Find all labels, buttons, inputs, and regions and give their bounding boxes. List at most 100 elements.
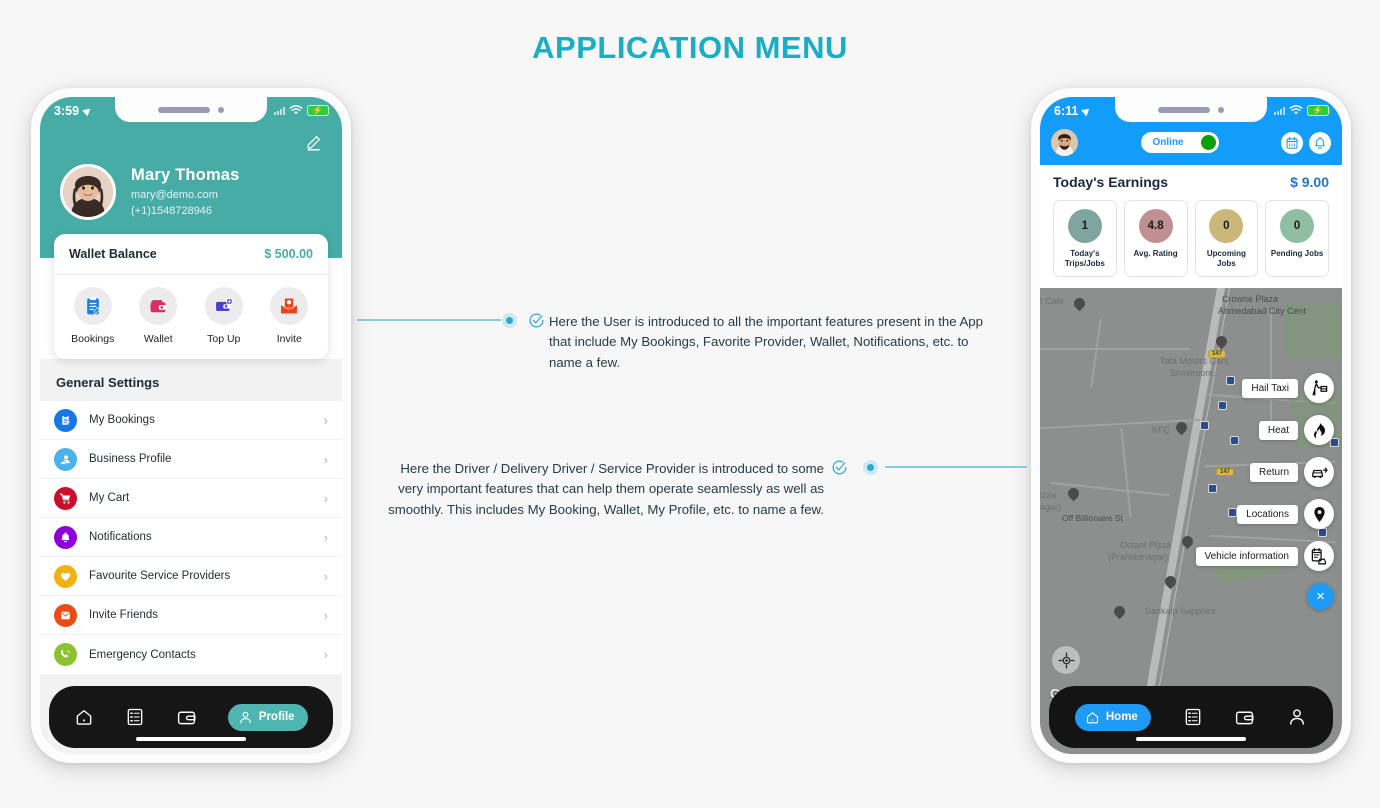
my-location-icon[interactable]: [1052, 646, 1080, 674]
stat-card-todays-trips[interactable]: 1 Today's Trips/Jobs: [1053, 200, 1117, 277]
map-action-locations[interactable]: Locations: [1196, 499, 1334, 529]
edit-profile-row: [40, 124, 342, 158]
wifi-icon: [289, 105, 303, 115]
online-status-toggle[interactable]: Online: [1140, 132, 1219, 153]
bottom-nav-item-home[interactable]: Home: [1074, 703, 1151, 731]
sidebar-item-label: Notifications: [89, 531, 152, 543]
user-identity: Mary Thomas mary@demo.com (+1)1548728946: [131, 166, 240, 219]
section-title-general-settings: General Settings: [56, 375, 160, 390]
location-arrow-icon: [1081, 105, 1093, 116]
wallet-balance-label: Wallet Balance: [69, 247, 157, 261]
online-status-label: Online: [1152, 137, 1184, 148]
sidebar-item-label: Favourite Service Providers: [89, 570, 231, 582]
chevron-right-icon: ›: [323, 490, 328, 506]
check-circle-icon: [832, 460, 847, 475]
map-road: [1120, 428, 1132, 518]
quick-action-bookings[interactable]: Bookings: [60, 287, 126, 345]
map-pin-icon: [1111, 603, 1128, 620]
annotation-text: Here the User is introduced to all the i…: [549, 314, 983, 370]
highway-marker: 147: [1208, 350, 1227, 358]
stat-value: 1: [1067, 209, 1102, 243]
sidebar-item-notifications[interactable]: Notifications ›: [40, 518, 342, 557]
quick-action-invite[interactable]: Invite: [257, 287, 323, 345]
sidebar-item-label: Invite Friends: [89, 609, 159, 621]
sidebar-item-label: Emergency Contacts: [89, 648, 196, 661]
sidebar-item-emergency-contacts[interactable]: Emergency Contacts ›: [40, 635, 342, 674]
stat-card-pending-jobs[interactable]: 0 Pending Jobs: [1265, 200, 1329, 277]
bottom-nav-label: Profile: [258, 711, 295, 723]
home-icon[interactable]: [74, 707, 94, 727]
chevron-right-icon: ›: [323, 529, 328, 545]
stat-label: Avg. Rating: [1133, 249, 1178, 258]
check-circle-icon: [529, 313, 544, 328]
user-name: Mary Thomas: [131, 165, 240, 184]
earnings-header: Today's Earnings $ 9.00: [1053, 174, 1329, 190]
heart-icon: [54, 564, 77, 588]
task-list-icon[interactable]: [125, 707, 145, 727]
user-icon: [240, 711, 251, 723]
page-root: APPLICATION MENU 3:59 ⚡ Mary Thomas mary…: [0, 0, 1380, 808]
quick-action-label: Wallet: [143, 333, 173, 345]
status-bar-right: ⚡: [274, 105, 331, 116]
stat-card-avg-rating[interactable]: 4.8 Avg. Rating: [1123, 200, 1188, 277]
chevron-right-icon: ›: [323, 607, 328, 623]
flame-icon: [1304, 415, 1334, 445]
connector-line: [357, 319, 501, 321]
bell-icon[interactable]: [1309, 131, 1331, 154]
sidebar-item-my-bookings[interactable]: My Bookings ›: [40, 401, 342, 440]
envelope-icon: [270, 287, 309, 325]
calendar-icon[interactable]: [1281, 131, 1303, 154]
map-label: izza: [1040, 490, 1057, 500]
quick-action-topup[interactable]: Top Up: [191, 287, 257, 345]
car-return-icon: [1304, 457, 1334, 487]
status-time: 6:11: [1054, 103, 1079, 118]
sidebar-item-favourite-service-providers[interactable]: Favourite Service Providers ›: [40, 557, 342, 596]
home-indicator: [1136, 737, 1246, 741]
map-view[interactable]: Crowne Plaza Ahmedabad City Cent Tata Mo…: [1040, 288, 1342, 754]
connector-dot: [502, 313, 517, 328]
wallet-icon[interactable]: [176, 707, 197, 728]
map-pin-icon: [1213, 333, 1230, 350]
map-action-vehicle-information[interactable]: Vehicle information: [1195, 541, 1334, 571]
map-action-label: Hail Taxi: [1242, 378, 1298, 398]
map-label: Crowne Plaza: [1222, 294, 1279, 304]
page-title: APPLICATION MENU: [532, 30, 848, 65]
map-action-hail-taxi[interactable]: Hail Taxi: [1196, 373, 1334, 403]
earnings-amount: $ 9.00: [1290, 174, 1329, 190]
quick-action-label: Bookings: [71, 333, 115, 345]
map-action-return[interactable]: Return: [1196, 457, 1334, 487]
task-list-icon[interactable]: [1183, 707, 1203, 727]
stat-value: 0: [1209, 209, 1244, 243]
sidebar-item-label: My Cart: [89, 492, 130, 504]
map-pin-icon: [1179, 533, 1196, 550]
map-pin-icon: [1162, 573, 1179, 590]
pencil-edit-icon[interactable]: [305, 132, 324, 151]
sidebar-item-my-cart[interactable]: My Cart ›: [40, 479, 342, 518]
quick-action-label: Top Up: [207, 333, 241, 345]
avatar[interactable]: [1051, 129, 1078, 156]
bottom-nav-item-profile[interactable]: Profile: [227, 703, 308, 731]
driver-app-screen: 6:11 ⚡ Online Today's Earnings $ 9.00 1 …: [1040, 97, 1342, 754]
stat-value: 0: [1280, 209, 1315, 243]
notch-camera: [218, 106, 224, 113]
clipboard-check-icon: [54, 408, 77, 432]
wallet-icon[interactable]: [1234, 707, 1255, 728]
todays-earnings-panel: Today's Earnings $ 9.00 1 Today's Trips/…: [1040, 165, 1342, 288]
map-action-label: Vehicle information: [1195, 546, 1298, 566]
map-label: Off Billionaire St: [1062, 513, 1123, 523]
sidebar-item-business-profile[interactable]: Business Profile ›: [40, 440, 342, 479]
quick-action-wallet[interactable]: Wallet: [126, 287, 192, 345]
home-indicator: [136, 737, 246, 741]
map-road: [1040, 348, 1190, 350]
map-action-heat[interactable]: Heat: [1196, 415, 1334, 445]
close-icon[interactable]: ×: [1307, 583, 1334, 610]
online-status-dot: [1200, 135, 1216, 150]
signal-icon: [274, 106, 285, 115]
stat-card-upcoming-jobs[interactable]: 0 Upcoming Jobs: [1194, 200, 1259, 277]
wallet-icon: [139, 287, 178, 325]
map-action-label: Return: [1249, 462, 1298, 482]
user-icon[interactable]: [1287, 707, 1307, 727]
map-road: [1090, 318, 1102, 388]
map-pin-icon: [1304, 499, 1334, 529]
sidebar-item-invite-friends[interactable]: Invite Friends ›: [40, 596, 342, 635]
